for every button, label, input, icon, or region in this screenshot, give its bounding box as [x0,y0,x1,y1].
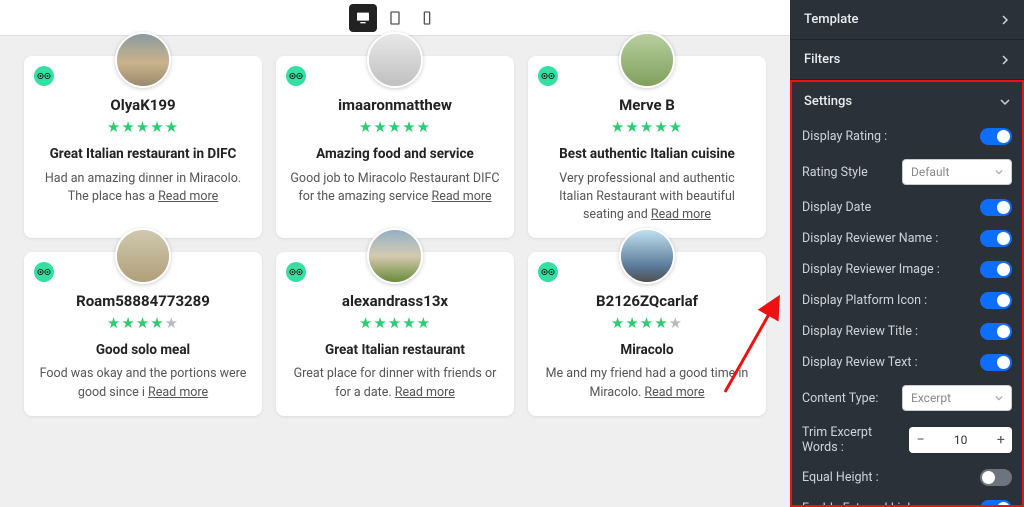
trim-excerpt-input[interactable] [932,433,990,447]
device-toolbar [0,0,790,36]
rating-stars: ★★★★★ [542,314,752,332]
display-rating-toggle[interactable] [980,128,1012,145]
panel-template[interactable]: Template [790,0,1024,40]
display-platform-icon-label: Display Platform Icon : [802,293,927,308]
reviewer-name: alexandrass13x [290,292,500,310]
reviews-grid: OlyaK199 ★★★★★ Great Italian restaurant … [0,36,790,428]
display-reviewer-image-label: Display Reviewer Image : [802,262,940,277]
chevron-down-icon [995,168,1003,176]
reviewer-avatar [115,32,171,88]
chevron-right-icon [1000,15,1010,25]
display-review-title-label: Display Review Title : [802,324,918,339]
reviewer-avatar [115,228,171,284]
review-excerpt: Very professional and authentic Italian … [542,170,752,224]
rating-style-select[interactable]: Default [902,159,1012,185]
rating-stars: ★★★★★ [542,118,752,136]
content-type-select[interactable]: Excerpt [902,385,1012,411]
tripadvisor-icon [538,262,558,282]
display-platform-icon-toggle[interactable] [980,292,1012,309]
review-title: Amazing food and service [290,146,500,164]
canvas-main: OlyaK199 ★★★★★ Great Italian restaurant … [0,0,790,507]
rating-stars: ★★★★★ [38,118,248,136]
review-title: Best authentic Italian cuisine [542,146,752,164]
tripadvisor-icon [34,262,54,282]
display-review-text-label: Display Review Text : [802,355,918,370]
display-reviewer-image-toggle[interactable] [980,261,1012,278]
read-more-link[interactable]: Read more [158,189,218,204]
review-title: Good solo meal [38,342,248,360]
review-excerpt: Had an amazing dinner in Miracolo. The p… [38,170,248,206]
review-excerpt: Me and my friend had a good time in Mira… [542,365,752,401]
equal-height-toggle[interactable] [980,469,1012,486]
review-card: B2126ZQcarlaf ★★★★★ Miracolo Me and my f… [528,252,766,416]
display-review-title-toggle[interactable] [980,323,1012,340]
display-date-toggle[interactable] [980,199,1012,216]
review-card: alexandrass13x ★★★★★ Great Italian resta… [276,252,514,416]
reviewer-name: imaaronmatthew [290,96,500,114]
display-rating-label: Display Rating : [802,129,887,144]
read-more-link[interactable]: Read more [651,207,711,222]
rating-stars: ★★★★★ [38,314,248,332]
rating-stars: ★★★★★ [290,118,500,136]
panel-settings: Settings Display Rating : Rating Style De… [790,80,1024,507]
device-tablet-button[interactable] [381,4,409,32]
review-title: Great Italian restaurant in DIFC [38,146,248,164]
tripadvisor-icon [286,262,306,282]
device-desktop-button[interactable] [349,4,377,32]
content-type-label: Content Type: [802,391,878,406]
reviewer-name: B2126ZQcarlaf [542,292,752,310]
review-excerpt: Great place for dinner with friends or f… [290,365,500,401]
settings-header[interactable]: Settings [802,88,1012,121]
display-reviewer-name-label: Display Reviewer Name : [802,231,938,246]
display-date-label: Display Date [802,200,871,215]
equal-height-label: Equal Height : [802,470,879,485]
tripadvisor-icon [538,66,558,86]
trim-excerpt-label: Trim Excerpt Words : [802,425,909,455]
reviewer-avatar [619,228,675,284]
review-title: Miracolo [542,342,752,360]
chevron-right-icon [1000,55,1010,65]
device-mobile-button[interactable] [413,4,441,32]
reviewer-name: Roam58884773289 [38,292,248,310]
sidebar: Template Filters Settings Display Rating… [790,0,1024,507]
review-excerpt: Good job to Miracolo Restaurant DIFC for… [290,170,500,206]
stepper-plus-button[interactable]: + [990,427,1012,453]
reviewer-avatar [367,228,423,284]
rating-style-label: Rating Style [802,165,868,180]
reviewer-name: Merve B [542,96,752,114]
reviewer-name: OlyaK199 [38,96,248,114]
review-card: Roam58884773289 ★★★★★ Good solo meal Foo… [24,252,262,416]
enable-external-links-toggle[interactable] [980,500,1012,507]
read-more-link[interactable]: Read more [432,189,492,204]
read-more-link[interactable]: Read more [148,385,208,400]
chevron-down-icon [1000,97,1010,107]
review-card: Merve B ★★★★★ Best authentic Italian cui… [528,56,766,238]
tripadvisor-icon [34,66,54,86]
chevron-down-icon [995,394,1003,402]
enable-external-links-label: Enable External Links : [802,501,926,507]
read-more-link[interactable]: Read more [644,385,704,400]
display-reviewer-name-toggle[interactable] [980,230,1012,247]
review-card: OlyaK199 ★★★★★ Great Italian restaurant … [24,56,262,238]
display-review-text-toggle[interactable] [980,354,1012,371]
trim-excerpt-stepper[interactable]: − + [909,427,1012,453]
review-title: Great Italian restaurant [290,342,500,360]
review-card: imaaronmatthew ★★★★★ Amazing food and se… [276,56,514,238]
rating-stars: ★★★★★ [290,314,500,332]
panel-filters[interactable]: Filters [790,40,1024,80]
tripadvisor-icon [286,66,306,86]
review-excerpt: Food was okay and the portions were good… [38,365,248,401]
stepper-minus-button[interactable]: − [909,427,931,453]
reviewer-avatar [367,32,423,88]
read-more-link[interactable]: Read more [395,385,455,400]
reviewer-avatar [619,32,675,88]
